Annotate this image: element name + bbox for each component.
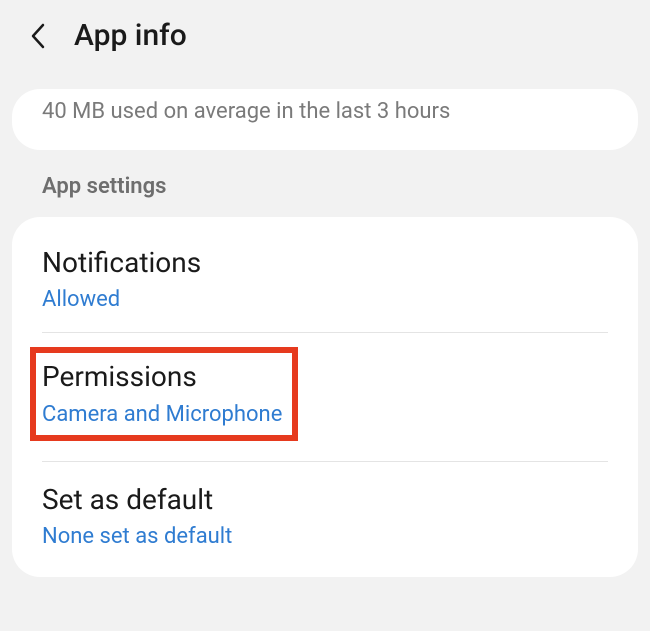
memory-row[interactable]: Memory 40 MB used on average in the last… [12,89,638,150]
permissions-row[interactable]: Permissions Camera and Microphone [42,333,608,460]
permissions-title: Permissions [42,359,282,395]
back-icon[interactable] [24,22,52,50]
permissions-subtitle: Camera and Microphone [42,402,282,427]
notifications-title: Notifications [42,245,608,281]
memory-subtitle: 40 MB used on average in the last 3 hour… [42,99,608,124]
section-label: App settings [12,150,638,213]
highlight-box: Permissions Camera and Microphone [30,347,298,440]
notifications-row[interactable]: Notifications Allowed [42,243,608,332]
app-bar: App info [0,0,650,71]
set-default-title: Set as default [42,482,608,518]
page-title: App info [74,18,187,53]
settings-card: Notifications Allowed Permissions Camera… [12,217,638,577]
notifications-subtitle: Allowed [42,287,608,312]
set-default-subtitle: None set as default [42,524,608,549]
content: Memory 40 MB used on average in the last… [0,89,650,577]
set-default-row[interactable]: Set as default None set as default [42,462,608,551]
